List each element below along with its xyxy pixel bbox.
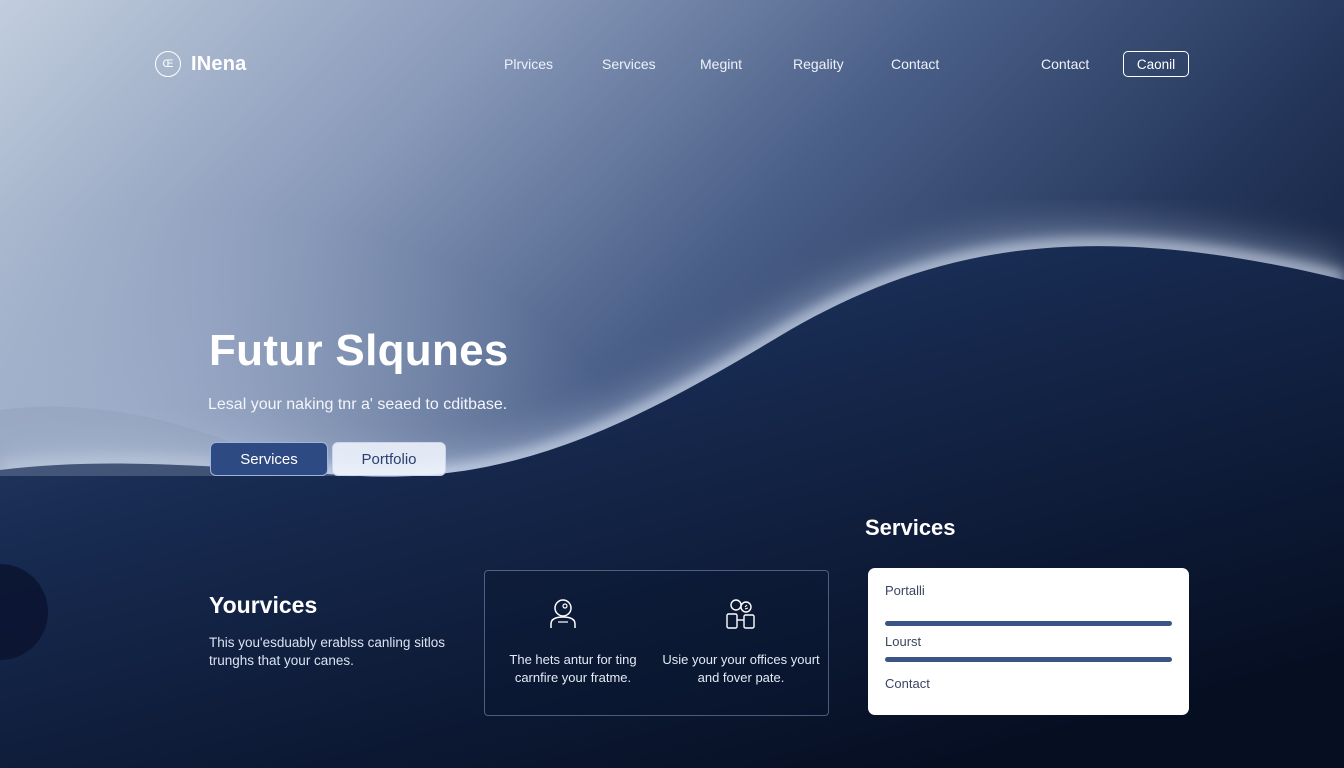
- feature-text-2: Usie your your offices yourt and fover p…: [662, 652, 820, 685]
- brand-name: INena: [191, 52, 247, 75]
- yourvices-title: Yourvices: [209, 592, 318, 618]
- yourvices-body: This you'esduably erablss canling sitlos…: [209, 635, 445, 668]
- hero-subtitle: Lesal your naking tnr a' seaed to cditba…: [208, 396, 508, 413]
- features-card: The hets antur for ting carnfire your fr…: [484, 570, 829, 716]
- panel-divider-bar: [885, 657, 1172, 662]
- nav-link-contact-secondary[interactable]: Contact: [1041, 56, 1089, 72]
- panel-item-portalli[interactable]: Portalli: [885, 583, 925, 598]
- services-heading: Services: [865, 515, 956, 540]
- nav-link-contact[interactable]: Contact: [891, 56, 939, 72]
- brand[interactable]: Œ INena: [155, 49, 246, 79]
- feature-text-1: The hets antur for ting carnfire your fr…: [509, 652, 637, 685]
- nav-link-regality[interactable]: Regality: [793, 56, 844, 72]
- nav-link-plrvices[interactable]: Plrvices: [504, 56, 553, 72]
- services-button[interactable]: Services: [210, 442, 328, 476]
- brand-logo-icon: Œ: [155, 51, 181, 77]
- panel-item-lourst[interactable]: Lourst: [885, 634, 921, 649]
- person-icon: [550, 599, 576, 628]
- team-icon: [726, 599, 755, 629]
- panel-item-contact[interactable]: Contact: [885, 676, 930, 691]
- panel-divider-bar: [885, 621, 1172, 626]
- portfolio-button[interactable]: Portfolio: [332, 442, 446, 476]
- hero-title: Futur Slqunes: [209, 326, 509, 375]
- nav-link-megint[interactable]: Megint: [700, 56, 742, 72]
- services-panel: Portalli Lourst Contact: [868, 568, 1189, 715]
- nav-cta-button[interactable]: Caonil: [1123, 51, 1189, 77]
- nav-link-services[interactable]: Services: [602, 56, 656, 72]
